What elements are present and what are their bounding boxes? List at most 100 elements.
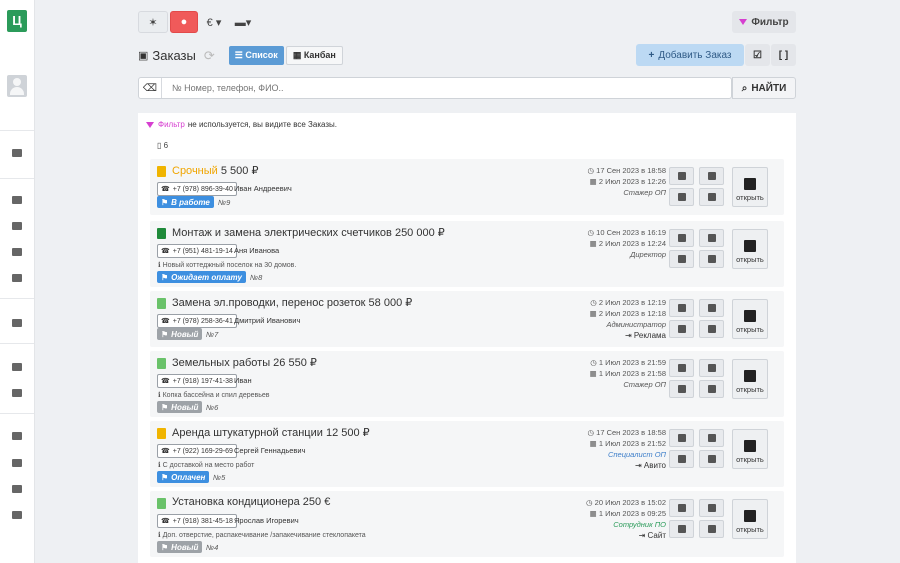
calendar-icon	[707, 325, 716, 333]
order-title[interactable]: Монтаж и замена электрических счетчиков …	[172, 226, 445, 239]
edit-button[interactable]	[699, 167, 724, 185]
calendar-button[interactable]	[699, 250, 724, 268]
calendar-button[interactable]	[699, 450, 724, 468]
settings-nav-icon[interactable]	[9, 430, 25, 444]
order-meta: ◷ 2 Июл 2023 в 12:19 ▦ 2 Июл 2023 в 12:18…	[590, 297, 666, 341]
open-order-button[interactable]: открыть	[732, 429, 768, 469]
fullscreen-button[interactable]: [ ]	[771, 44, 796, 66]
payment-button[interactable]	[669, 520, 694, 538]
employees-nav-icon[interactable]	[9, 387, 25, 401]
refresh-icon[interactable]: ⟳	[204, 48, 215, 64]
open-order-button[interactable]: открыть	[732, 359, 768, 399]
help-nav-icon[interactable]	[9, 457, 25, 471]
edit-button[interactable]	[699, 429, 724, 447]
calendar-button[interactable]	[699, 188, 724, 206]
open-order-button[interactable]: открыть	[732, 229, 768, 269]
add-order-button[interactable]: + Добавить Заказ	[636, 44, 744, 66]
phone-badge[interactable]: ☎ +7 (978) 258-36-41	[157, 314, 237, 328]
open-order-button[interactable]: открыть	[732, 299, 768, 339]
print-button[interactable]	[669, 429, 694, 447]
account-dropdown[interactable]: ▬▾	[231, 11, 255, 33]
edit-button[interactable]	[699, 299, 724, 317]
order-title[interactable]: Замена эл.проводки, перенос розеток 58 0…	[172, 296, 412, 309]
payment-button[interactable]	[669, 250, 694, 268]
alarm-button[interactable]: ●	[170, 11, 198, 33]
view-list-button[interactable]: ☰ Список	[228, 46, 284, 65]
phone-badge[interactable]: ☎ +7 (978) 896-39-40	[157, 182, 237, 196]
phone-icon: ☎	[161, 378, 170, 385]
analytics-nav-icon[interactable]	[9, 317, 25, 331]
status-badge[interactable]: ⚑ Оплачен	[157, 471, 210, 483]
warehouse-nav-icon[interactable]	[9, 194, 25, 208]
bank-icon: ▬▾	[234, 16, 252, 29]
orders-nav-icon[interactable]	[9, 147, 25, 161]
responsible-role[interactable]: Специалист ОП	[588, 449, 666, 460]
edit-button[interactable]	[699, 229, 724, 247]
print-button[interactable]	[669, 299, 694, 317]
calendar-icon	[707, 255, 716, 263]
search-button[interactable]: ⌕ НАЙТИ	[732, 77, 796, 99]
client-name: Дмитрий Иванович	[234, 316, 301, 325]
currency-dropdown[interactable]: € ▾	[203, 11, 225, 33]
status-badge[interactable]: ⚑ Новый	[157, 541, 203, 553]
phone-badge[interactable]: ☎ +7 (951) 481-19-14	[157, 244, 237, 258]
phone-icon: ☎	[161, 318, 170, 325]
calendar-button[interactable]	[699, 320, 724, 338]
calendar-button[interactable]	[699, 380, 724, 398]
status-badge[interactable]: ⚑ Новый	[157, 328, 203, 340]
print-button[interactable]	[669, 359, 694, 377]
order-card[interactable]: Земельных работы 26 550 ₽ ☎ +7 (918) 197-…	[150, 351, 784, 417]
eraser-icon[interactable]: ⌫	[139, 78, 162, 98]
payment-button[interactable]	[669, 320, 694, 338]
payment-button[interactable]	[669, 380, 694, 398]
filter-button[interactable]: Фильтр	[732, 11, 796, 33]
open-label: открыть	[736, 255, 764, 264]
clients-nav-icon[interactable]	[9, 361, 25, 375]
calendar-button[interactable]	[699, 520, 724, 538]
status-badge[interactable]: ⚑ В работе	[157, 196, 214, 208]
order-card[interactable]: Аренда штукатурной станции 12 500 ₽ ☎ +7 …	[150, 421, 784, 487]
order-title[interactable]: Земельных работы 26 550 ₽	[172, 356, 317, 369]
calendar-nav-icon[interactable]	[9, 220, 25, 234]
edit-button[interactable]	[699, 499, 724, 517]
responsible-role[interactable]: Стажер ОП	[590, 379, 666, 390]
responsible-role[interactable]: Администратор	[590, 319, 666, 330]
select-mode-button[interactable]: ☑	[745, 44, 770, 66]
responsible-role[interactable]: Стажер ОП	[588, 187, 666, 198]
view-kanban-button[interactable]: ▦ Канбан	[285, 46, 343, 65]
app-logo[interactable]: Ц	[7, 10, 27, 32]
phone-badge[interactable]: ☎ +7 (922) 169-29-69	[157, 444, 237, 458]
open-order-button[interactable]: открыть	[732, 167, 768, 207]
order-title[interactable]: Срочный 5 500 ₽	[172, 164, 258, 177]
client-name: Иван Андреевич	[234, 184, 292, 193]
payment-button[interactable]	[669, 450, 694, 468]
open-order-button[interactable]: открыть	[732, 499, 768, 539]
fullscreen-icon: [ ]	[778, 49, 789, 61]
notifications-button[interactable]: ✶	[138, 11, 168, 33]
documents-nav-icon[interactable]	[9, 246, 25, 260]
order-title[interactable]: Установка кондиционера 250 €	[172, 496, 330, 508]
order-card[interactable]: Замена эл.проводки, перенос розеток 58 0…	[150, 291, 784, 347]
ruble-nav-icon[interactable]	[9, 483, 25, 497]
responsible-role[interactable]: Директор	[588, 249, 666, 260]
print-button[interactable]	[669, 167, 694, 185]
payment-button[interactable]	[669, 188, 694, 206]
order-card[interactable]: Монтаж и замена электрических счетчиков …	[150, 221, 784, 287]
edit-button[interactable]	[699, 359, 724, 377]
print-button[interactable]	[669, 229, 694, 247]
wallet-nav-icon[interactable]	[9, 272, 25, 286]
print-button[interactable]	[669, 499, 694, 517]
user-avatar[interactable]	[7, 75, 27, 97]
order-card[interactable]: Срочный 5 500 ₽ ☎ +7 (978) 896-39-40 Иван А…	[150, 159, 784, 215]
order-card[interactable]: Установка кондиционера 250 € ☎ +7 (918) 3…	[150, 491, 784, 557]
filter-notice-link[interactable]: Фильтр	[158, 120, 185, 129]
sidebar-divider	[0, 413, 34, 414]
phone-badge[interactable]: ☎ +7 (918) 381-45-18	[157, 514, 237, 528]
phone-badge[interactable]: ☎ +7 (918) 197-41-38	[157, 374, 237, 388]
status-badge[interactable]: ⚑ Новый	[157, 401, 203, 413]
logout-nav-icon[interactable]	[9, 509, 25, 523]
search-input[interactable]	[170, 82, 714, 94]
order-title[interactable]: Аренда штукатурной станции 12 500 ₽	[172, 426, 370, 439]
responsible-role[interactable]: Сотрудник ПО	[586, 519, 666, 530]
status-badge[interactable]: ⚑ Ожидает оплату	[157, 271, 246, 283]
